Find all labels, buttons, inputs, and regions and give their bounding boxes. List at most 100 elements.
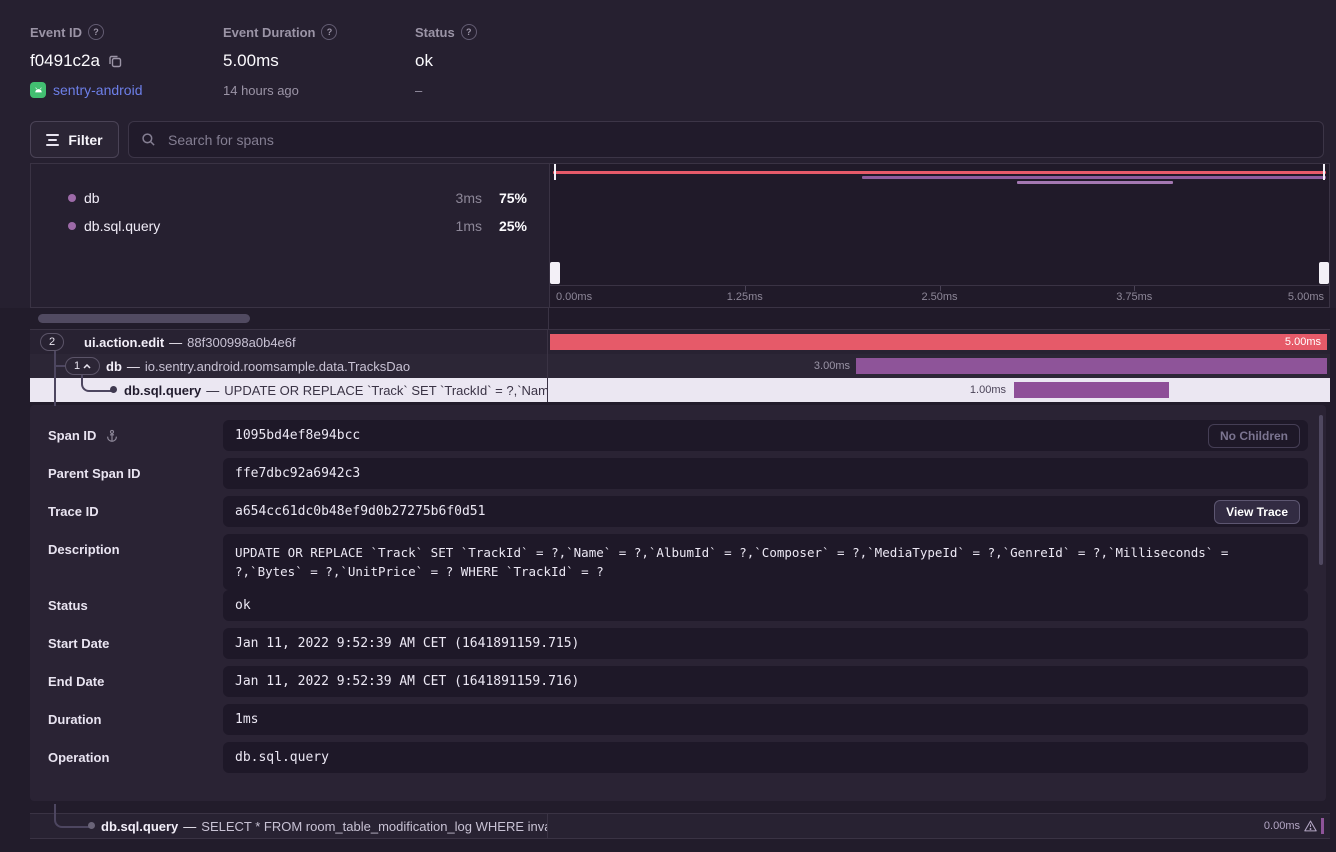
span-bar bbox=[1014, 382, 1169, 398]
op-duration: 3ms bbox=[412, 190, 482, 206]
span-description: 88f300998a0b4e6f bbox=[187, 335, 295, 350]
span-op: db.sql.query bbox=[101, 819, 178, 834]
span-row-db-sql-query-selected[interactable]: db.sql.query — UPDATE OR REPLACE `Track`… bbox=[30, 378, 1330, 402]
span-id-label: Span ID bbox=[48, 428, 96, 443]
ops-breakdown-row-db: db 3ms 75% bbox=[31, 186, 549, 210]
end-date-label: End Date bbox=[48, 674, 104, 689]
span-tree: ui.action.edit — 88f300998a0b4e6f 5.00ms… bbox=[30, 329, 1330, 402]
event-id-value: f0491c2a bbox=[30, 51, 100, 71]
operation-field: db.sql.query bbox=[223, 742, 1308, 773]
trace-id-field: a654cc61dc0b48ef9d0b27275b6f0d51 View Tr… bbox=[223, 496, 1308, 527]
search-box[interactable] bbox=[128, 121, 1324, 158]
time-axis: 0.00ms 1.25ms 2.50ms 3.75ms 5.00ms bbox=[550, 285, 1329, 307]
minimap-bar-db-sql-query bbox=[1017, 181, 1173, 184]
duration-label: Duration bbox=[48, 712, 101, 727]
detail-status-label: Status bbox=[48, 598, 88, 613]
op-duration: 1ms bbox=[412, 218, 482, 234]
span-detail-panel: Span ID 1095bd4ef8e94bcc No Children Par… bbox=[30, 405, 1326, 801]
minimap-plot[interactable] bbox=[550, 164, 1329, 286]
event-id-block: Event ID ? f0491c2a sentry-android bbox=[30, 24, 143, 99]
minimap-right-handle[interactable] bbox=[1319, 164, 1329, 286]
parent-span-id-label: Parent Span ID bbox=[48, 466, 140, 481]
event-id-label: Event ID bbox=[30, 25, 82, 40]
filter-icon bbox=[46, 134, 59, 146]
event-duration-block: Event Duration ? 5.00ms 14 hours ago bbox=[223, 24, 337, 99]
span-id-field: 1095bd4ef8e94bcc No Children bbox=[223, 420, 1308, 451]
minimap[interactable]: 0.00ms 1.25ms 2.50ms 3.75ms 5.00ms bbox=[549, 164, 1329, 307]
trace-id-label: Trace ID bbox=[48, 504, 99, 519]
span-description: io.sentry.android.roomsample.data.Tracks… bbox=[145, 359, 410, 374]
help-icon[interactable]: ? bbox=[321, 24, 337, 40]
chevron-up-icon bbox=[83, 364, 91, 369]
minimap-bar-db bbox=[862, 176, 1326, 179]
span-duration: 1.00ms bbox=[548, 384, 1006, 396]
op-percentage: 25% bbox=[485, 218, 527, 234]
span-row-db[interactable]: db — io.sentry.android.roomsample.data.T… bbox=[30, 354, 1330, 378]
filter-button-label: Filter bbox=[68, 132, 102, 148]
end-date-field: Jan 11, 2022 9:52:39 AM CET (1641891159.… bbox=[223, 666, 1308, 697]
event-duration-value: 5.00ms bbox=[223, 51, 279, 71]
span-collapse-pill[interactable]: 1 bbox=[65, 357, 100, 375]
start-date-label: Start Date bbox=[48, 636, 109, 651]
search-input[interactable] bbox=[166, 131, 1311, 149]
description-field: UPDATE OR REPLACE `Track` SET `TrackId` … bbox=[223, 534, 1308, 590]
span-duration: 3.00ms bbox=[548, 360, 850, 372]
op-color-dot bbox=[68, 194, 76, 202]
start-date-field: Jan 11, 2022 9:52:39 AM CET (1641891159.… bbox=[223, 628, 1308, 659]
span-row-ui-action-edit[interactable]: ui.action.edit — 88f300998a0b4e6f 5.00ms bbox=[30, 330, 1330, 354]
anchor-icon[interactable] bbox=[105, 429, 119, 443]
span-duration: 0.00ms bbox=[1264, 820, 1300, 832]
span-op: ui.action.edit bbox=[84, 335, 164, 350]
span-op: db bbox=[106, 359, 122, 374]
tree-connector-elbow bbox=[81, 375, 111, 392]
trace-minimap-section: db 3ms 75% db.sql.query 1ms 25% bbox=[30, 163, 1330, 308]
axis-tick: 3.75ms bbox=[1116, 291, 1152, 303]
ops-breakdown-row-db-sql-query: db.sql.query 1ms 25% bbox=[31, 214, 549, 238]
tree-scroll-strip bbox=[30, 308, 1330, 329]
status-sub: – bbox=[415, 83, 422, 98]
description-label: Description bbox=[48, 542, 120, 557]
tree-connector-line bbox=[54, 351, 56, 406]
op-name: db.sql.query bbox=[84, 218, 160, 234]
axis-tick: 2.50ms bbox=[921, 291, 957, 303]
minimap-bar-ui-action-edit bbox=[553, 171, 1326, 174]
android-platform-icon bbox=[30, 82, 46, 98]
event-age: 14 hours ago bbox=[223, 83, 299, 98]
help-icon[interactable]: ? bbox=[461, 24, 477, 40]
tree-node-dot bbox=[88, 822, 95, 829]
warning-icon bbox=[1304, 820, 1317, 832]
help-icon[interactable]: ? bbox=[88, 24, 104, 40]
event-duration-label: Event Duration bbox=[223, 25, 315, 40]
status-value: ok bbox=[415, 51, 433, 71]
op-percentage: 75% bbox=[485, 190, 527, 206]
minimap-left-handle[interactable] bbox=[550, 164, 560, 286]
span-bar: 5.00ms bbox=[550, 334, 1327, 350]
span-bar bbox=[1321, 818, 1324, 834]
span-op: db.sql.query bbox=[124, 383, 201, 398]
duration-field: 1ms bbox=[223, 704, 1308, 735]
detail-status-field: ok bbox=[223, 590, 1308, 621]
parent-span-id-field: ffe7dbc92a6942c3 bbox=[223, 458, 1308, 489]
span-detail-page: Event ID ? f0491c2a sentry-android bbox=[0, 0, 1336, 852]
operation-label: Operation bbox=[48, 750, 109, 765]
span-children-count-pill[interactable]: 2 bbox=[40, 333, 64, 351]
tree-connector-elbow bbox=[54, 804, 89, 828]
span-duration: 5.00ms bbox=[1285, 336, 1321, 348]
span-description: UPDATE OR REPLACE `Track` SET `TrackId` … bbox=[224, 383, 548, 398]
status-block: Status ? ok – bbox=[415, 24, 477, 99]
op-name: db bbox=[84, 190, 100, 206]
span-row-db-sql-query-select[interactable]: db.sql.query — SELECT * FROM room_table_… bbox=[30, 813, 1330, 839]
op-color-dot bbox=[68, 222, 76, 230]
filter-button[interactable]: Filter bbox=[30, 121, 119, 158]
view-trace-button[interactable]: View Trace bbox=[1214, 500, 1300, 524]
span-description: SELECT * FROM room_table_modification_lo… bbox=[201, 819, 548, 834]
copy-icon[interactable] bbox=[108, 54, 122, 68]
vertical-scrollbar[interactable] bbox=[1319, 415, 1323, 565]
no-children-badge: No Children bbox=[1208, 424, 1300, 448]
axis-tick: 1.25ms bbox=[727, 291, 763, 303]
axis-tick: 0.00ms bbox=[556, 291, 592, 303]
status-label: Status bbox=[415, 25, 455, 40]
axis-tick: 5.00ms bbox=[1288, 291, 1324, 303]
project-link[interactable]: sentry-android bbox=[53, 82, 143, 98]
horizontal-scrollbar[interactable] bbox=[38, 314, 250, 323]
